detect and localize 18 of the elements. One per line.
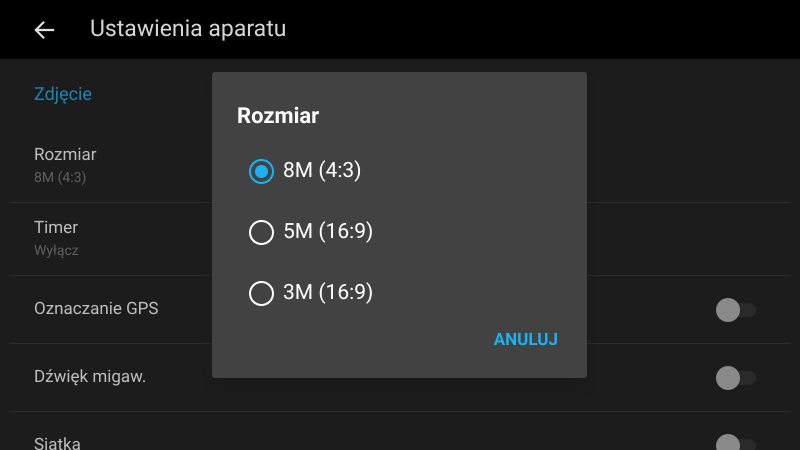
option-label[interactable]: 8M (4:3) [283,156,362,188]
setting-label[interactable]: Oznaczanie GPS [34,296,158,322]
option-label[interactable]: 5M (16:9) [283,216,374,248]
setting-label[interactable]: Rozmiar [34,142,97,168]
toggle-switch[interactable] [716,298,756,322]
option-label[interactable]: 3M (16:9) [283,278,374,310]
cancel-button[interactable]: ANULUJ [492,328,560,354]
setting-label[interactable]: Dźwięk migaw. [34,364,146,390]
setting-value: Wyłącz [34,242,79,262]
screen-title: Ustawienia aparatu [90,14,286,44]
section-title: Zdjęcie [34,83,92,107]
setting-label[interactable]: Timer [34,216,79,242]
setting-label[interactable]: Siatka [34,432,81,450]
radio-button[interactable] [249,159,274,184]
dialog-title: Rozmiar [237,103,320,131]
setting-value: 8M (4:3) [34,169,88,188]
back-arrow-icon[interactable] [34,18,56,40]
toggle-switch[interactable] [716,366,756,390]
